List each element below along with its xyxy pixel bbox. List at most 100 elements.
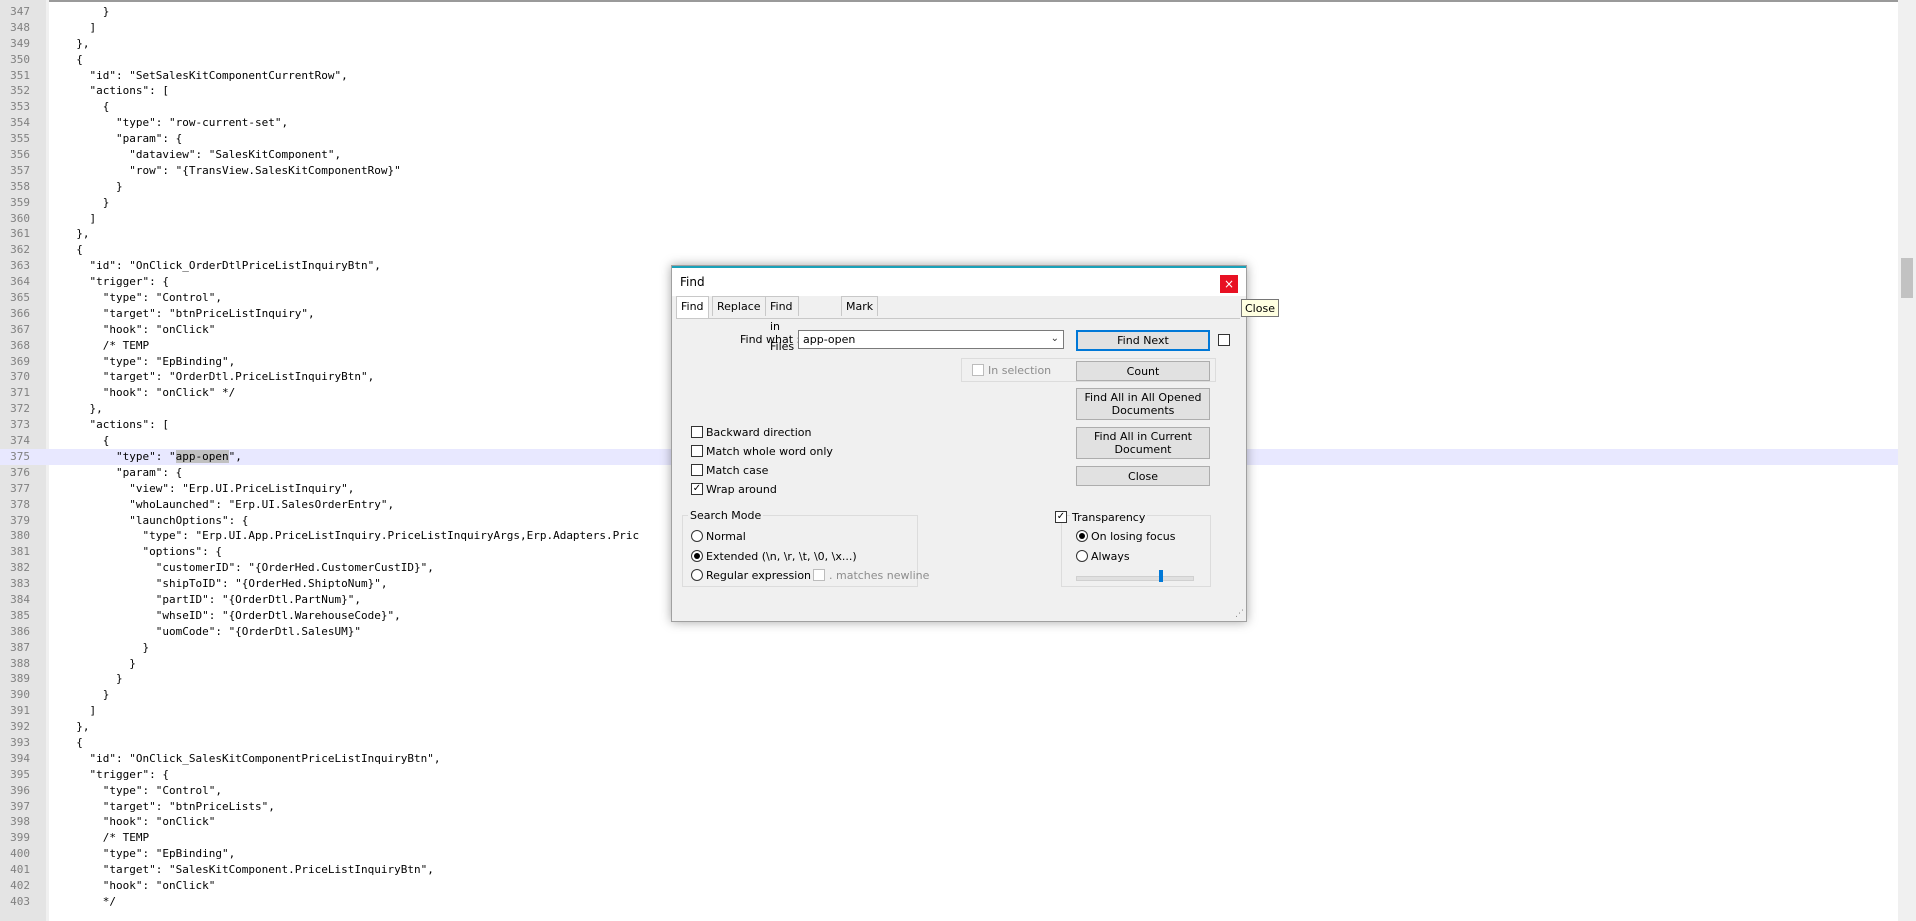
code-text[interactable]: "row": "{TransView.SalesKitComponentRow}… — [63, 163, 401, 179]
count-button[interactable]: Count — [1076, 361, 1210, 381]
code-line[interactable]: 354 "type": "row-current-set", — [0, 115, 1898, 131]
code-text[interactable]: "param": { — [63, 131, 182, 147]
code-text[interactable]: "partID": "{OrderDtl.PartNum}", — [63, 592, 361, 608]
code-line[interactable]: 358 } — [0, 179, 1898, 195]
code-line[interactable]: 395 "trigger": { — [0, 767, 1898, 783]
code-line[interactable]: 362 { — [0, 242, 1898, 258]
code-text[interactable]: "target": "btnPriceListInquiry", — [63, 306, 315, 322]
transparency-checkbox[interactable]: ✓ — [1055, 511, 1067, 523]
code-text[interactable]: { — [63, 242, 83, 258]
find-dialog[interactable]: Find × Find Replace Find in Files Mark F… — [671, 265, 1247, 622]
vertical-scrollbar[interactable] — [1898, 0, 1916, 921]
code-text[interactable]: "type": "Control", — [63, 783, 222, 799]
wrap-around-checkbox[interactable]: ✓ — [691, 483, 703, 495]
code-line[interactable]: 348 ] — [0, 20, 1898, 36]
code-text[interactable]: "customerID": "{OrderHed.CustomerCustID}… — [63, 560, 434, 576]
backward-direction-label[interactable]: Backward direction — [706, 426, 811, 439]
extended-radio[interactable] — [691, 550, 703, 562]
extended-label[interactable]: Extended (\n, \r, \t, \0, \x...) — [706, 550, 857, 563]
code-text[interactable]: { — [63, 99, 110, 115]
transparency-slider-track[interactable] — [1076, 576, 1194, 581]
code-line[interactable]: 359 } — [0, 195, 1898, 211]
find-all-opened-button[interactable]: Find All in All Opened Documents — [1076, 388, 1210, 420]
code-text[interactable]: /* TEMP — [63, 338, 149, 354]
code-text[interactable]: "uomCode": "{OrderDtl.SalesUM}" — [63, 624, 361, 640]
code-text[interactable]: "id": "OnClick_SalesKitComponentPriceLis… — [63, 751, 440, 767]
find-all-current-button[interactable]: Find All in Current Document — [1076, 427, 1210, 459]
code-text[interactable]: "type": "app-open", — [63, 449, 242, 465]
code-text[interactable]: }, — [63, 226, 89, 242]
tab-find[interactable]: Find — [676, 296, 709, 318]
find-what-value[interactable]: app-open — [803, 333, 855, 346]
code-text[interactable]: "actions": [ — [63, 83, 168, 99]
code-line[interactable]: 347 } — [0, 4, 1898, 20]
normal-label[interactable]: Normal — [706, 530, 746, 543]
always-label[interactable]: Always — [1091, 550, 1130, 563]
vertical-scrollbar-thumb[interactable] — [1901, 258, 1913, 298]
matches-newline-checkbox[interactable] — [813, 569, 825, 581]
code-text[interactable]: "hook": "onClick" — [63, 322, 216, 338]
code-line[interactable]: 349 }, — [0, 36, 1898, 52]
code-line[interactable]: 357 "row": "{TransView.SalesKitComponent… — [0, 163, 1898, 179]
code-text[interactable]: "id": "OnClick_OrderDtlPriceListInquiryB… — [63, 258, 380, 274]
code-text[interactable]: "view": "Erp.UI.PriceListInquiry", — [63, 481, 354, 497]
match-case-checkbox[interactable] — [691, 464, 703, 476]
code-line[interactable]: 350 { — [0, 52, 1898, 68]
code-text[interactable]: "trigger": { — [63, 274, 168, 290]
code-text[interactable]: "type": "row-current-set", — [63, 115, 288, 131]
code-text[interactable]: "target": "OrderDtl.PriceListInquiryBtn"… — [63, 369, 375, 385]
code-text[interactable]: } — [63, 656, 136, 672]
code-text[interactable]: "type": "Control", — [63, 290, 222, 306]
code-line[interactable]: 356 "dataview": "SalesKitComponent", — [0, 147, 1898, 163]
code-line[interactable]: 360 ] — [0, 211, 1898, 227]
code-text[interactable]: { — [63, 735, 83, 751]
dialog-titlebar[interactable]: Find × — [672, 266, 1246, 296]
resize-grip-icon[interactable]: ⋰ — [1235, 609, 1244, 619]
code-text[interactable]: "trigger": { — [63, 767, 168, 783]
code-line[interactable]: 390 } — [0, 687, 1898, 703]
code-line[interactable]: 398 "hook": "onClick" — [0, 814, 1898, 830]
find-what-combobox[interactable]: app-open ⌄ — [798, 330, 1064, 349]
code-line[interactable]: 397 "target": "btnPriceLists", — [0, 799, 1898, 815]
close-button[interactable]: Close — [1076, 466, 1210, 486]
code-line[interactable]: 351 "id": "SetSalesKitComponentCurrentRo… — [0, 68, 1898, 84]
match-case-label[interactable]: Match case — [706, 464, 768, 477]
code-line[interactable]: 402 "hook": "onClick" — [0, 878, 1898, 894]
on-losing-focus-radio[interactable] — [1076, 530, 1088, 542]
code-text[interactable]: "actions": [ — [63, 417, 168, 433]
code-text[interactable]: "whoLaunched": "Erp.UI.SalesOrderEntry", — [63, 497, 394, 513]
code-text[interactable]: "type": "EpBinding", — [63, 846, 235, 862]
transparency-slider-thumb[interactable] — [1159, 570, 1163, 582]
code-text[interactable]: "target": "SalesKitComponent.PriceListIn… — [63, 862, 434, 878]
code-text[interactable]: "id": "SetSalesKitComponentCurrentRow", — [63, 68, 347, 84]
always-radio[interactable] — [1076, 550, 1088, 562]
code-line[interactable]: 361 }, — [0, 226, 1898, 242]
code-text[interactable]: }, — [63, 36, 89, 52]
code-line[interactable]: 400 "type": "EpBinding", — [0, 846, 1898, 862]
code-text[interactable]: } — [63, 195, 110, 211]
match-whole-word-label[interactable]: Match whole word only — [706, 445, 833, 458]
regex-radio[interactable] — [691, 569, 703, 581]
code-text[interactable]: "hook": "onClick" — [63, 878, 216, 894]
code-line[interactable]: 389 } — [0, 671, 1898, 687]
code-text[interactable]: "options": { — [63, 544, 221, 560]
code-line[interactable]: 388 } — [0, 656, 1898, 672]
code-line[interactable]: 386 "uomCode": "{OrderDtl.SalesUM}" — [0, 624, 1898, 640]
code-text[interactable]: "hook": "onClick" — [63, 814, 216, 830]
chevron-down-icon[interactable]: ⌄ — [1051, 333, 1059, 344]
on-losing-focus-label[interactable]: On losing focus — [1091, 530, 1176, 543]
code-line[interactable]: 353 { — [0, 99, 1898, 115]
transparency-label[interactable]: Transparency — [1070, 511, 1148, 524]
tab-replace[interactable]: Replace — [712, 296, 766, 316]
code-line[interactable]: 396 "type": "Control", — [0, 783, 1898, 799]
code-text[interactable]: }, — [63, 401, 102, 417]
tab-find-in-files[interactable]: Find in Files — [765, 296, 800, 353]
code-text[interactable]: } — [63, 179, 123, 195]
code-line[interactable]: 399 /* TEMP — [0, 830, 1898, 846]
code-line[interactable]: 394 "id": "OnClick_SalesKitComponentPric… — [0, 751, 1898, 767]
code-text[interactable]: ] — [63, 20, 96, 36]
code-line[interactable]: 392 }, — [0, 719, 1898, 735]
code-text[interactable]: "hook": "onClick" */ — [63, 385, 235, 401]
code-text[interactable]: "param": { — [63, 465, 182, 481]
code-text[interactable]: { — [63, 52, 83, 68]
